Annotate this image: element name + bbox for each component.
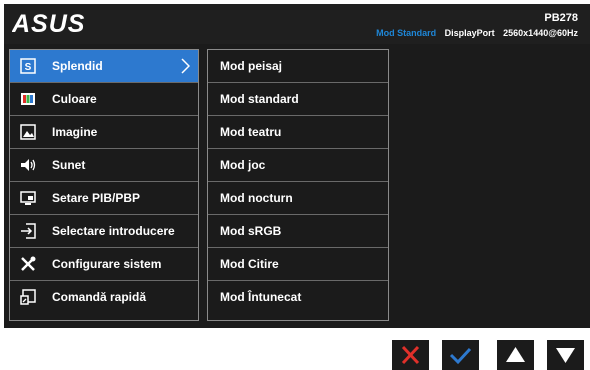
submenu-item-label: Mod sRGB — [220, 224, 282, 238]
osd-window: ASUS PB278 Mod Standard DisplayPort 2560… — [4, 4, 590, 328]
asus-logo: ASUS — [12, 10, 85, 38]
menu-item-label: Configurare sistem — [52, 257, 162, 271]
menu-item-label: Sunet — [52, 158, 86, 172]
submenu-item-darkroom[interactable]: Mod Întunecat — [208, 281, 388, 314]
submenu-item-label: Mod Întunecat — [220, 290, 302, 304]
menu-item-label: Imagine — [52, 125, 98, 139]
submenu-item-reading[interactable]: Mod Citire — [208, 248, 388, 281]
menu-item-label: Culoare — [52, 92, 97, 106]
submenu-item-theater[interactable]: Mod teatru — [208, 116, 388, 149]
menu-item-shortcut[interactable]: Comandă rapidă — [10, 281, 198, 314]
status-line: Mod Standard DisplayPort 2560x1440@60Hz — [370, 28, 578, 38]
menu-item-label: Setare PIB/PBP — [52, 191, 141, 205]
submenu-item-label: Mod joc — [220, 158, 266, 172]
confirm-button[interactable] — [442, 340, 479, 370]
menu-item-system-setup[interactable]: Configurare sistem — [10, 248, 198, 281]
up-button[interactable] — [497, 340, 534, 370]
submenu-item-landscape[interactable]: Mod peisaj — [208, 50, 388, 83]
splendid-submenu: Mod peisaj Mod standard Mod teatru Mod j… — [207, 49, 389, 321]
submenu-item-label: Mod standard — [220, 92, 299, 106]
up-arrow-icon — [506, 347, 525, 362]
submenu-item-standard[interactable]: Mod standard — [208, 83, 388, 116]
svg-text:S: S — [25, 62, 32, 73]
svg-text:ASUS: ASUS — [12, 10, 85, 38]
current-mode: Mod Standard — [376, 28, 437, 38]
shortcut-icon — [20, 289, 36, 305]
speaker-icon — [21, 159, 36, 171]
submenu-item-label: Mod peisaj — [220, 59, 283, 73]
image-icon — [20, 124, 36, 140]
input-source: DisplayPort — [444, 28, 495, 38]
resolution: 2560x1440@60Hz — [503, 28, 578, 38]
menu-item-sunet[interactable]: Sunet — [10, 149, 198, 182]
chevron-right-icon — [181, 58, 190, 74]
submenu-item-game[interactable]: Mod joc — [208, 149, 388, 182]
color-icon — [21, 93, 35, 105]
tools-icon — [21, 256, 36, 271]
menu-item-pip-pbp[interactable]: Setare PIB/PBP — [10, 182, 198, 215]
monitor-model: PB278 — [544, 12, 578, 24]
menu-item-splendid[interactable]: S Splendid — [10, 50, 198, 83]
pip-icon — [20, 191, 36, 205]
menu-item-label: Splendid — [52, 59, 103, 73]
menu-item-label: Selectare introducere — [52, 224, 175, 238]
osd-header: ASUS PB278 Mod Standard DisplayPort 2560… — [4, 4, 590, 44]
submenu-item-label: Mod Citire — [220, 257, 279, 271]
check-icon — [449, 347, 472, 365]
down-arrow-icon — [556, 348, 575, 363]
splendid-icon: S — [20, 58, 36, 74]
menu-item-imagine[interactable]: Imagine — [10, 116, 198, 149]
input-select-icon — [21, 223, 36, 239]
menu-item-culoare[interactable]: Culoare — [10, 83, 198, 116]
submenu-item-label: Mod nocturn — [220, 191, 293, 205]
menu-item-label: Comandă rapidă — [52, 290, 147, 304]
menu-item-input-select[interactable]: Selectare introducere — [10, 215, 198, 248]
submenu-item-night[interactable]: Mod nocturn — [208, 182, 388, 215]
submenu-item-label: Mod teatru — [220, 125, 282, 139]
main-menu: S Splendid Culoare Imagine Sunet Setare … — [9, 49, 199, 321]
close-icon — [401, 345, 420, 365]
down-button[interactable] — [547, 340, 584, 370]
close-button[interactable] — [392, 340, 429, 370]
submenu-item-srgb[interactable]: Mod sRGB — [208, 215, 388, 248]
